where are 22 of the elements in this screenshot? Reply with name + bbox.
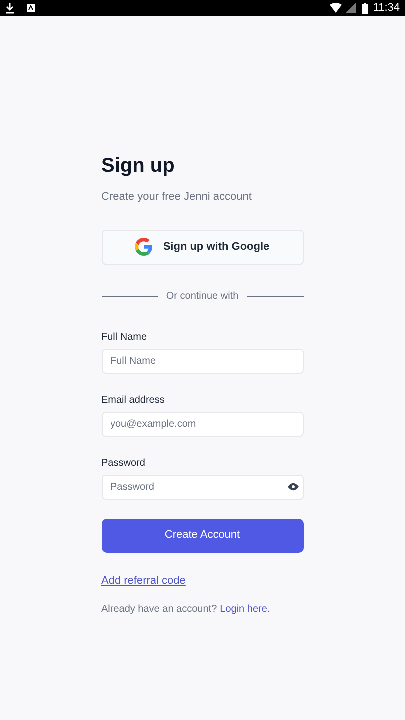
battery-icon [362, 2, 368, 14]
field-label: Email address [102, 394, 166, 408]
password-field[interactable]: Password [102, 474, 304, 500]
login-prompt: Already have an account? [102, 603, 218, 617]
subtitle: Create your free Jenni account [102, 190, 253, 205]
google-signup-button[interactable]: Sign up with Google [102, 230, 304, 264]
signal-icon [346, 3, 356, 13]
notification-icon [27, 4, 35, 12]
page-title: Sign up [102, 154, 176, 179]
wifi-icon [330, 3, 342, 13]
google-icon [135, 238, 154, 256]
referral-link[interactable]: Add referral code [102, 572, 186, 589]
name-field[interactable]: Full Name [102, 348, 304, 374]
field-label: Password [102, 456, 146, 470]
field-label: Full Name [102, 330, 148, 344]
email-field[interactable]: you@example.com [102, 412, 304, 436]
divider-label: Or continue with [166, 290, 239, 304]
login-link[interactable]: Login here. [220, 602, 270, 617]
eye-icon[interactable] [288, 482, 298, 490]
create-account-button[interactable]: Create Account [102, 518, 304, 552]
download-icon [5, 2, 15, 14]
clock-time: 11:34 [373, 0, 400, 16]
